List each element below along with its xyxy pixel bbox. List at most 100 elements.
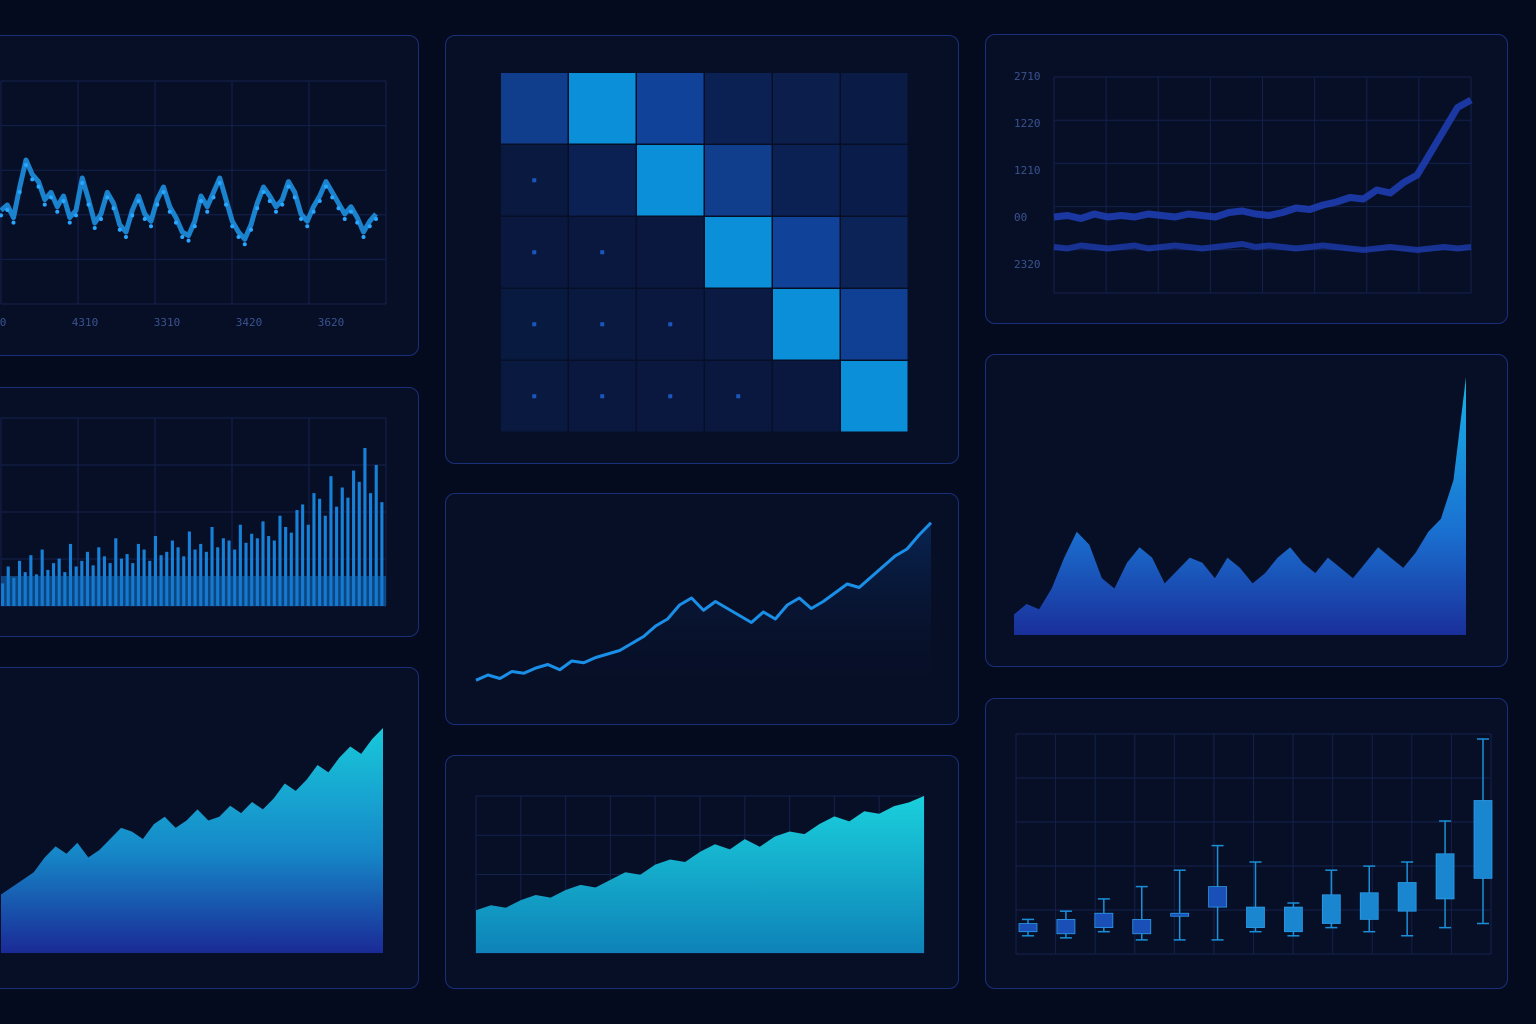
data-point	[0, 213, 3, 218]
data-point	[74, 213, 78, 218]
data-point	[36, 184, 41, 189]
heatmap-cell	[501, 73, 568, 144]
grid-lines	[0, 80, 387, 305]
line-chart: 0 4310 3310 3420 3620	[0, 80, 387, 329]
data-point	[136, 199, 141, 203]
box-iqr	[1321, 894, 1341, 924]
x-tick-label: 3420	[236, 316, 263, 329]
data-point	[255, 206, 260, 211]
heatmap-cell	[773, 73, 840, 144]
dual-line-chart: 2710 1220 1210 00 2320	[1014, 70, 1473, 294]
chart-panel-bar-spikes	[0, 387, 419, 637]
data-point	[305, 224, 310, 229]
heatmap-marker	[736, 394, 741, 399]
x-tick-label: 4310	[72, 316, 99, 329]
area-chart	[1, 728, 383, 953]
heatmap-cell	[841, 289, 908, 360]
data-point	[192, 224, 197, 229]
chart-panel-area-growth-left	[0, 667, 419, 989]
heatmap-cell	[841, 145, 908, 216]
data-point	[274, 209, 278, 214]
y-tick-label: 00	[1014, 211, 1027, 224]
heatmap-marker	[668, 394, 673, 399]
data-point	[299, 217, 303, 221]
data-point	[374, 217, 378, 221]
heatmap-cell	[841, 73, 908, 144]
data-point	[330, 195, 335, 200]
line-chart-glow	[475, 521, 933, 699]
data-point	[236, 235, 241, 239]
data-point	[199, 199, 203, 203]
box-iqr	[1284, 906, 1303, 933]
heatmap-cell	[569, 145, 636, 216]
data-point	[230, 224, 235, 229]
data-point	[80, 181, 85, 185]
heatmap-marker	[600, 250, 605, 255]
box-iqr	[1473, 800, 1493, 879]
heatmap-marker	[600, 394, 605, 399]
y-tick-label: 1210	[1014, 164, 1041, 177]
heatmap-cell	[705, 289, 772, 360]
data-point	[130, 213, 135, 218]
data-point	[180, 235, 185, 239]
chart-panel-heatmap	[445, 35, 959, 464]
data-point	[30, 177, 35, 182]
data-point	[355, 220, 360, 225]
heatmap-cell	[841, 361, 908, 432]
data-point	[367, 224, 372, 229]
data-point	[167, 209, 172, 214]
data-point	[155, 202, 160, 207]
box-iqr	[1056, 918, 1076, 935]
box-iqr	[1397, 882, 1417, 912]
data-point	[242, 242, 247, 247]
data-point	[317, 199, 322, 203]
heatmap-cell	[705, 145, 772, 216]
data-point	[142, 217, 147, 221]
data-point	[11, 220, 16, 225]
data-point	[217, 181, 222, 185]
grid-lines	[1053, 76, 1472, 294]
data-point	[249, 227, 253, 232]
heatmap-cell	[841, 217, 908, 288]
data-point	[67, 220, 72, 225]
data-point	[186, 238, 191, 243]
data-point	[286, 184, 291, 189]
box-iqr	[1208, 886, 1227, 908]
heatmap-cell	[705, 73, 772, 144]
heatmap-cell	[637, 145, 704, 216]
bar-chart	[0, 417, 387, 607]
heatmap-cell	[773, 217, 840, 288]
box-iqr	[1170, 912, 1190, 917]
heatmap-cell	[705, 217, 772, 288]
data-point	[99, 217, 103, 221]
data-point	[17, 190, 22, 194]
data-point	[224, 202, 228, 207]
data-point	[174, 220, 178, 225]
data-point	[105, 195, 110, 200]
data-point	[292, 195, 297, 200]
data-point	[280, 202, 285, 207]
data-point	[349, 209, 353, 214]
heatmap-marker	[668, 322, 673, 327]
data-point	[311, 209, 316, 214]
data-point	[267, 199, 272, 203]
data-point	[361, 235, 366, 239]
data-point	[92, 226, 97, 230]
data-point	[111, 206, 116, 211]
heatmap-cell	[773, 145, 840, 216]
area-chart	[475, 795, 925, 954]
data-point	[149, 224, 153, 229]
y-tick-label: 1220	[1014, 117, 1041, 130]
chart-panel-dual-line: 2710 1220 1210 00 2320	[985, 34, 1508, 324]
heatmap-cell	[637, 73, 704, 144]
heatmap-cell	[569, 73, 636, 144]
bar-base-band	[1, 576, 386, 606]
heatmap-cell	[773, 361, 840, 432]
heatmap-chart	[501, 73, 908, 432]
chart-panel-boxplot	[985, 698, 1508, 989]
heatmap-cell	[637, 217, 704, 288]
series-line-lower	[1053, 241, 1472, 253]
data-point	[211, 195, 216, 200]
data-point	[205, 209, 210, 214]
data-point	[261, 190, 266, 194]
